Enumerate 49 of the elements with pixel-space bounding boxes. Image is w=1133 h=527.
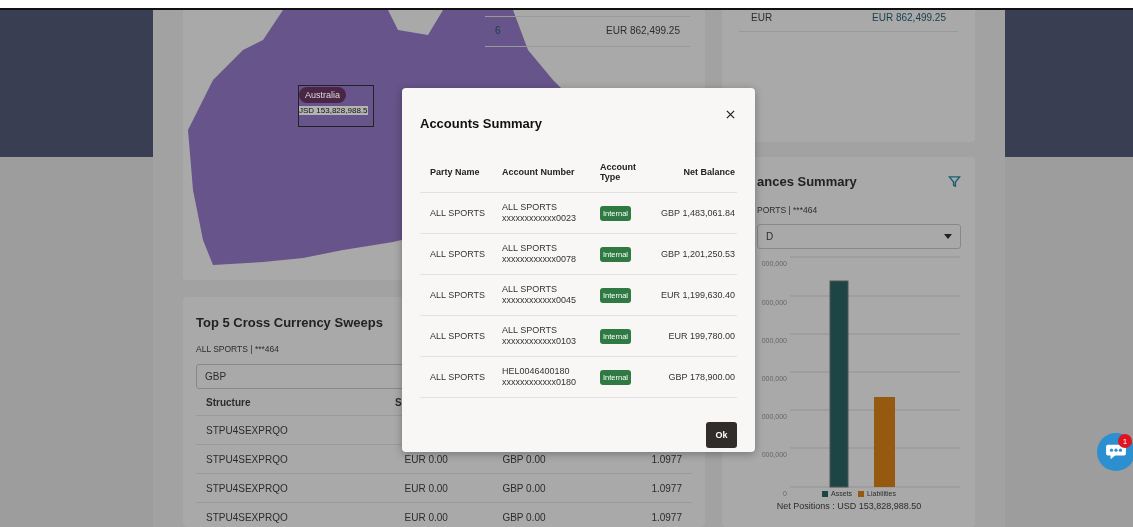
table-cell-text: ALL SPORTS xxxxxxxxxxxx0023: [502, 202, 578, 224]
table-cell-text: ALL SPORTS xxxxxxxxxxxx0103: [502, 325, 578, 347]
table-cell[interactable]: EUR 862,499.25: [872, 12, 946, 23]
account-label: ALL SPORTS | ***464: [196, 344, 280, 354]
table-cell-text: ALL SPORTS: [430, 331, 487, 341]
table-cell-text: ALL SPORTS: [430, 249, 487, 259]
table-cell-text: STPU4SEXPRQO: [206, 453, 289, 465]
table-cell-text: STPU4SEXPRQO: [206, 511, 289, 523]
table-cell-text: ALL SPORTS: [430, 372, 487, 382]
dialog-title: Accounts Summary: [420, 116, 543, 131]
table-cell-text: EUR 0.00: [404, 511, 449, 523]
column-header: Account Number: [502, 166, 576, 178]
table-cell-text: ALL SPORTS xxxxxxxxxxxx0078: [502, 243, 578, 265]
table-cell-text: EUR 0.00: [404, 482, 449, 494]
caret-icon: [944, 234, 952, 239]
table-cell-text: GBP 178,900.00: [667, 372, 735, 382]
column-header: Account Type: [600, 162, 637, 182]
region-label: Australia: [299, 87, 346, 103]
table-cell-text: 1.0977: [650, 482, 682, 494]
table-cell-text: 1.0977: [650, 453, 682, 465]
table-cell-text: GBP 0.00: [502, 453, 547, 465]
table-cell-text: GBP 0.00: [502, 511, 547, 523]
table-cell-text: GBP 1,483,061.84: [660, 208, 735, 218]
ok-button[interactable]: Ok: [706, 422, 737, 448]
table-cell: EUR 862,499.25: [606, 25, 680, 36]
close-icon[interactable]: [726, 110, 735, 119]
table-cell-text: STPU4SEXPRQO: [206, 482, 289, 494]
column-header: Party Name: [430, 167, 481, 177]
table-cell-text: HEL0046400180 xxxxxxxxxxxx0180: [502, 366, 578, 388]
table-cell: EUR: [751, 12, 773, 23]
table-cell-text: ALL SPORTS: [430, 208, 487, 218]
column-header: S: [395, 396, 403, 408]
table-cell-text: EUR 199,780.00: [667, 331, 735, 341]
table-cell-text: ALL SPORTS: [430, 290, 487, 300]
table-cell-text: EUR 0.00: [404, 453, 449, 465]
table-cell-text: GBP 0.00: [502, 482, 547, 494]
filter-icon[interactable]: [948, 175, 961, 188]
table-cell-text: ALL SPORTS xxxxxxxxxxxx0045: [502, 284, 578, 306]
column-header: Structure: [206, 396, 252, 408]
card-title: ances Summary: [757, 174, 857, 189]
currency-select[interactable]: D: [757, 224, 961, 249]
region-value: JSD 153,828,988.5: [299, 106, 368, 115]
net-positions: Net Positions : USD 153,828,988.50: [775, 501, 923, 511]
table-cell-text: STPU4SEXPRQO: [206, 424, 289, 436]
column-header: Net Balance: [682, 167, 735, 177]
account-label: PORTS | ***464: [757, 205, 819, 215]
table-cell-text: EUR 1,199,630.40: [659, 290, 735, 300]
table-cell-text: 1.0977: [650, 511, 682, 523]
table-cell-text: GBP 1,201,250.53: [660, 249, 735, 259]
